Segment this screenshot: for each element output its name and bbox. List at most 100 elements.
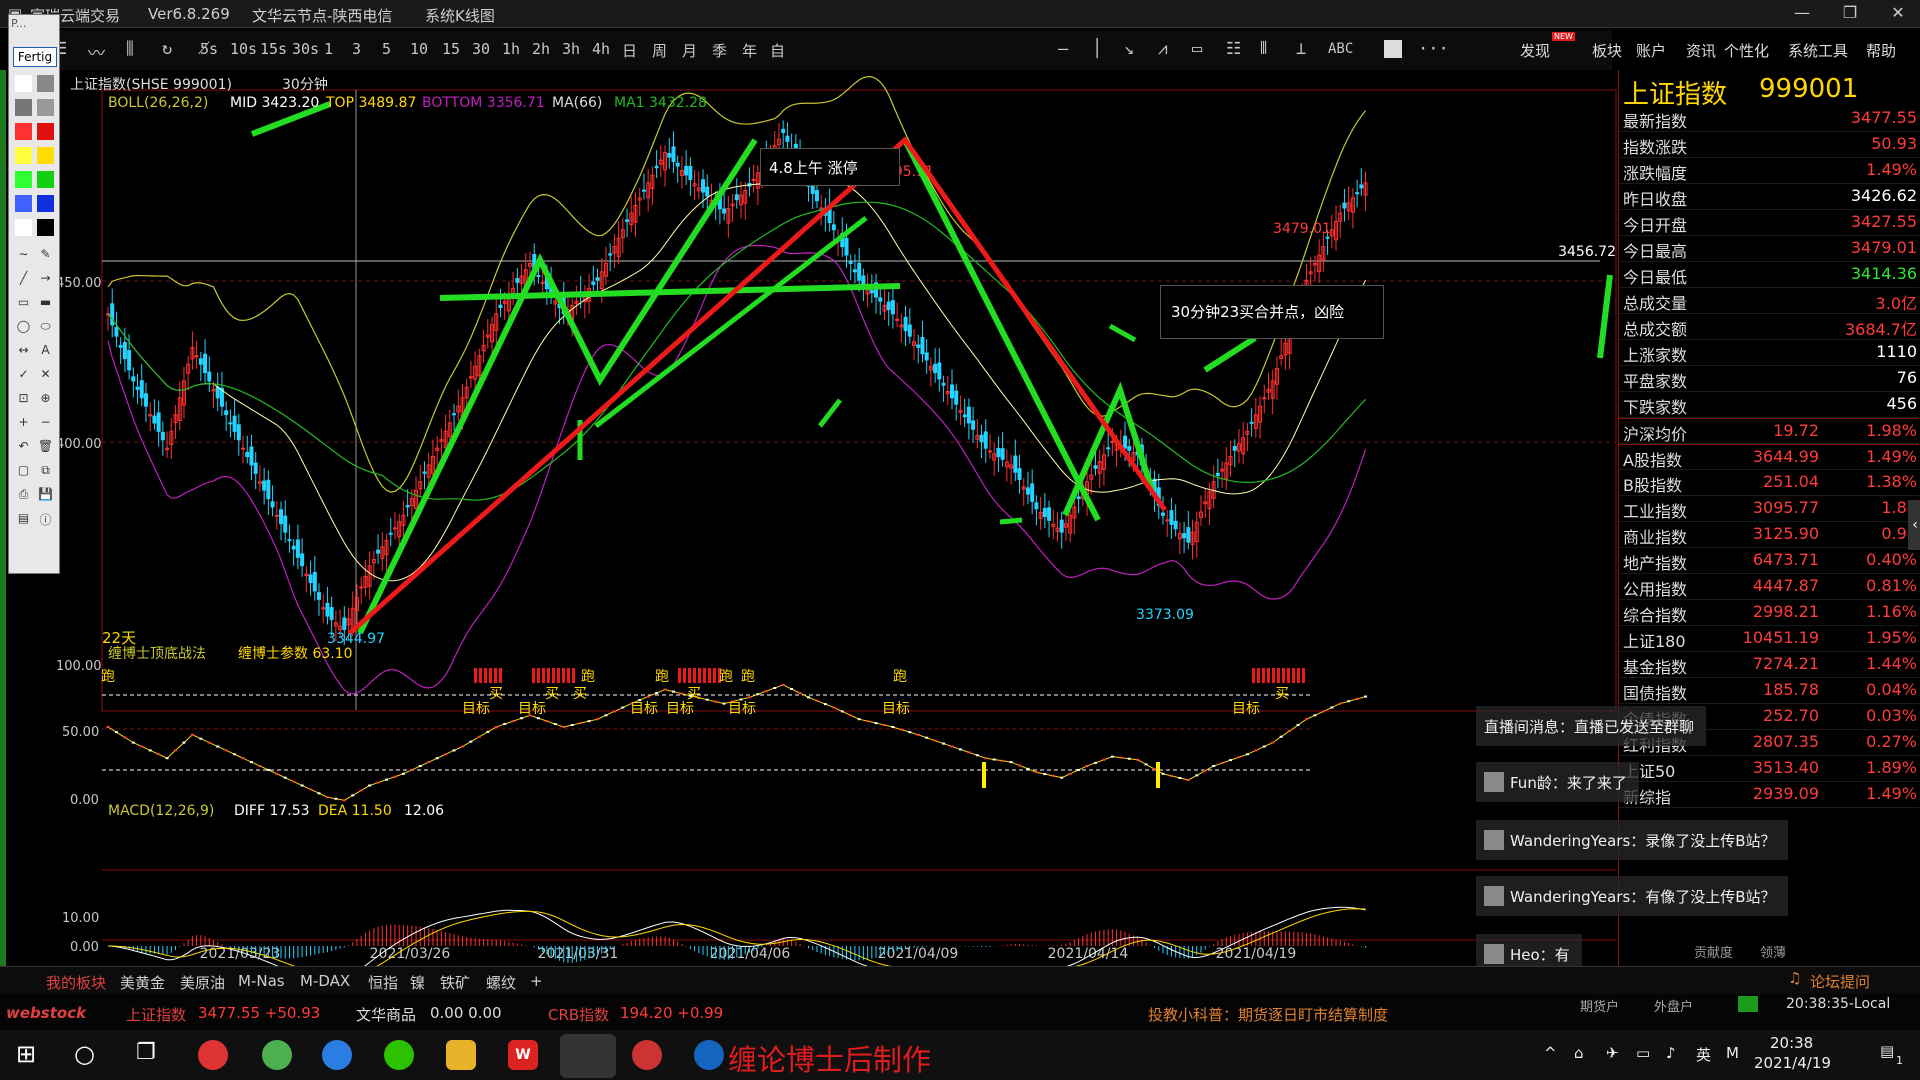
line-chart-icon[interactable]: 〰 xyxy=(88,39,105,64)
more-button[interactable]: ··· xyxy=(1418,39,1449,59)
parallel-tool-icon[interactable]: ⫴ xyxy=(1260,39,1267,59)
boll-name[interactable]: BOLL(26,26,2) xyxy=(108,95,208,111)
airplane-icon[interactable]: ✈ xyxy=(1606,1044,1619,1062)
forum-ask-button[interactable]: 论坛提问 xyxy=(1810,971,1870,992)
period-14[interactable]: 日 xyxy=(622,40,637,61)
menu-news[interactable]: 资讯 xyxy=(1686,40,1716,61)
zoom-out-icon[interactable]: − xyxy=(37,415,54,432)
period-3[interactable]: 30s xyxy=(292,40,319,58)
refresh-icon[interactable]: ↻ xyxy=(162,39,172,59)
period-10[interactable]: 1h xyxy=(502,40,520,58)
chrome-icon[interactable] xyxy=(198,1040,228,1070)
palette-color-0-0[interactable] xyxy=(15,75,32,92)
indicator1-name[interactable]: 缠博士顶底战法 xyxy=(108,643,206,663)
menu-help[interactable]: 帮助 xyxy=(1866,40,1896,61)
select-icon[interactable]: ⊡ xyxy=(15,391,32,408)
quote-row[interactable]: 上涨家数 1110 xyxy=(1619,340,1919,366)
wechat-icon[interactable] xyxy=(384,1040,414,1070)
quote-row[interactable]: 今日最低 3414.36 xyxy=(1619,262,1919,288)
period-16[interactable]: 月 xyxy=(682,40,697,61)
status-index3-name[interactable]: CRB指数 xyxy=(548,1004,609,1025)
print-icon[interactable]: ⎙ xyxy=(15,487,32,504)
wave-tool-icon[interactable]: ⩘ xyxy=(1158,39,1168,59)
period-selector[interactable]: 30分钟 xyxy=(282,74,328,94)
quote-row[interactable]: 工业指数 3095.77 1.84 xyxy=(1619,496,1919,522)
text-icon[interactable]: A xyxy=(37,343,54,360)
quote-row[interactable]: 今日开盘 3427.55 xyxy=(1619,210,1919,236)
status-tip[interactable]: 投教小科普：期货逐日盯市结算制度 xyxy=(1148,1004,1388,1025)
rect-tool-icon[interactable]: ▭ xyxy=(1192,39,1202,59)
board-tab[interactable]: 镍 xyxy=(410,972,425,993)
menu-sector[interactable]: 板块 xyxy=(1592,40,1622,61)
notification-icon[interactable]: ▤ xyxy=(1880,1042,1894,1060)
app-icon-red[interactable] xyxy=(632,1040,662,1070)
new-icon[interactable]: ▢ xyxy=(15,463,32,480)
task-view-icon[interactable]: ❐ xyxy=(136,1040,166,1070)
volume-icon[interactable]: ♪ xyxy=(1666,1044,1676,1062)
palette-color-1-1[interactable] xyxy=(37,99,54,116)
status-index1-name[interactable]: 上证指数 xyxy=(126,1004,186,1025)
futures-account-tab[interactable]: 期货户 xyxy=(1580,996,1619,1015)
fill-rect-icon[interactable]: ▬ xyxy=(37,295,54,312)
period-19[interactable]: 自 xyxy=(770,40,785,61)
chat-subtab[interactable]: 贡献度 xyxy=(1694,942,1733,961)
palette-color-1-0[interactable] xyxy=(15,99,32,116)
palette-color-2-1[interactable] xyxy=(37,123,54,140)
chat-message[interactable]: 直播间消息：直播已发送至群聊 xyxy=(1476,706,1707,746)
status-index2-name[interactable]: 文华商品 xyxy=(356,1004,416,1025)
period-7[interactable]: 10 xyxy=(410,40,428,58)
browser-icon[interactable] xyxy=(262,1040,292,1070)
foreign-account-tab[interactable]: 外盘户 xyxy=(1654,996,1693,1015)
restore-button[interactable]: ❐ xyxy=(1830,3,1870,22)
board-tab[interactable]: 美原油 xyxy=(180,972,225,993)
board-tab[interactable]: M-DAX xyxy=(300,972,350,990)
quote-row[interactable]: 涨跌幅度 1.49% xyxy=(1619,158,1919,184)
pen-icon[interactable]: ✎ xyxy=(37,247,54,264)
app-icon-blue[interactable] xyxy=(694,1040,724,1070)
board-tab[interactable]: 我的板块 xyxy=(46,972,106,993)
palette-color-0-1[interactable] xyxy=(37,75,54,92)
tray-expand-icon[interactable]: ^ xyxy=(1544,1044,1557,1062)
quote-row[interactable]: 综合指数 2998.21 1.16% xyxy=(1619,600,1919,626)
vline-tool-icon[interactable]: │ xyxy=(1092,39,1102,59)
fib-tool-icon[interactable]: ☷ xyxy=(1226,39,1241,59)
add-tab-button[interactable]: + xyxy=(530,972,543,990)
undo-icon[interactable]: ↶ xyxy=(15,439,32,456)
period-9[interactable]: 30 xyxy=(472,40,490,58)
board-tab[interactable]: 恒指 xyxy=(368,972,398,993)
quote-row[interactable]: B股指数 251.04 1.38% xyxy=(1619,470,1919,496)
palette-color-5-0[interactable] xyxy=(15,195,32,212)
wps-icon[interactable]: W xyxy=(508,1040,538,1070)
color-swatch-icon[interactable] xyxy=(1384,40,1402,58)
chat-message[interactable]: Fun龄：来了来了 xyxy=(1476,762,1639,802)
confirm-icon[interactable]: ✓ xyxy=(15,367,32,384)
period-15[interactable]: 周 xyxy=(652,40,667,61)
period-1[interactable]: 10s xyxy=(230,40,257,58)
headset-icon[interactable]: ♫ xyxy=(1788,969,1801,987)
fertig-button[interactable]: Fertig xyxy=(13,47,57,67)
period-0[interactable]: 5s xyxy=(200,40,218,58)
copy-icon[interactable]: ⧉ xyxy=(37,463,54,480)
palette-color-4-1[interactable] xyxy=(37,171,54,188)
quote-row[interactable]: 平盘家数 76 xyxy=(1619,366,1919,392)
trash-icon[interactable]: 🗑 xyxy=(37,439,54,456)
network-icon[interactable]: ⌂ xyxy=(1574,1044,1584,1062)
gann-tool-icon[interactable]: ⊥ xyxy=(1296,39,1306,59)
chat-message[interactable]: WanderingYears：录像了没上传B站？ xyxy=(1476,820,1788,860)
file-explorer-icon[interactable] xyxy=(446,1040,476,1070)
table-icon[interactable]: ▤ xyxy=(15,511,32,528)
text-tool-button[interactable]: ABC xyxy=(1328,41,1353,57)
palette-color-6-0[interactable] xyxy=(15,219,32,236)
info-icon[interactable]: ⓘ xyxy=(37,511,54,528)
menu-account[interactable]: 账户 xyxy=(1636,40,1666,61)
palette-color-6-1[interactable] xyxy=(37,219,54,236)
annotation-top[interactable]: 4.8上午 涨停 xyxy=(760,148,900,186)
taskbar-time[interactable]: 20:38 xyxy=(1770,1034,1813,1052)
menu-discover[interactable]: 发现 xyxy=(1520,40,1550,61)
quote-row[interactable]: 昨日收盘 3426.62 xyxy=(1619,184,1919,210)
close-button[interactable]: ✕ xyxy=(1878,3,1918,22)
battery-icon[interactable]: ▭ xyxy=(1636,1044,1650,1062)
period-18[interactable]: 年 xyxy=(742,40,757,61)
quote-row[interactable]: 最新指数 3477.55 xyxy=(1619,106,1919,132)
period-12[interactable]: 3h xyxy=(562,40,580,58)
